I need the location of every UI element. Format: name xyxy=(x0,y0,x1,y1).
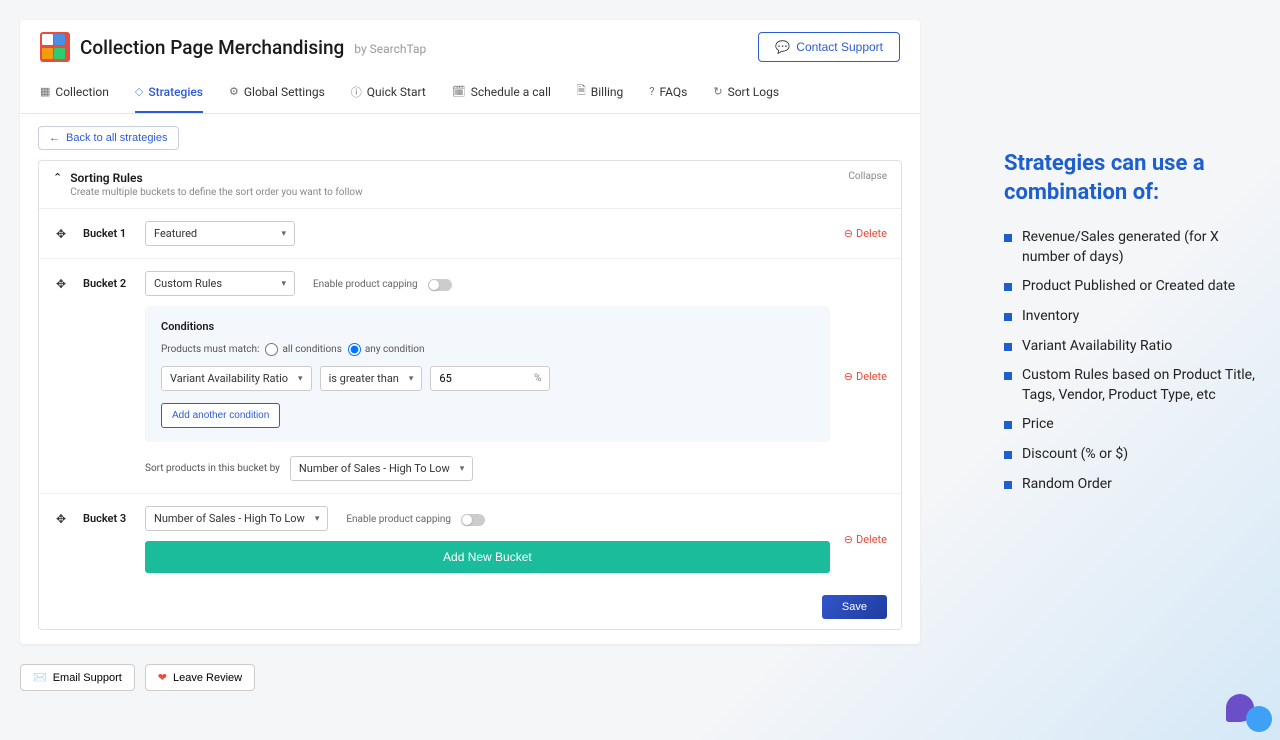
list-item: Variant Availability Ratio xyxy=(1004,332,1264,362)
list-item: Price xyxy=(1004,410,1264,440)
back-label: Back to all strategies xyxy=(66,132,168,144)
leave-review-button[interactable]: ❤Leave Review xyxy=(145,664,255,691)
decorative-blob xyxy=(1224,692,1272,732)
mail-icon: ✉️ xyxy=(33,671,47,684)
tab-faqs[interactable]: ?FAQs xyxy=(649,70,687,113)
app-title: Collection Page Merchandising xyxy=(80,36,344,59)
chevron-down-icon xyxy=(315,514,320,524)
conditions-title: Conditions xyxy=(161,320,814,333)
email-support-button[interactable]: ✉️Email Support xyxy=(20,664,135,691)
minus-circle-icon: ⊖ xyxy=(844,227,853,240)
list-item: Revenue/Sales generated (for X number of… xyxy=(1004,223,1264,272)
tab-collection[interactable]: ▦Collection xyxy=(40,70,109,113)
strategies-icon: ◇ xyxy=(135,85,143,98)
billing-icon: 🗎 xyxy=(577,82,586,101)
bucket-name: Bucket 3 xyxy=(83,512,131,573)
chevron-down-icon xyxy=(281,279,286,289)
chevron-down-icon xyxy=(281,229,286,239)
bucket-name: Bucket 2 xyxy=(83,277,131,481)
tab-billing[interactable]: 🗎Billing xyxy=(577,70,623,113)
sort-by-row: Sort products in this bucket by Number o… xyxy=(145,456,830,481)
side-list: Revenue/Sales generated (for X number of… xyxy=(1004,223,1264,499)
chevron-down-icon xyxy=(298,374,303,384)
drag-handle-icon[interactable]: ✥ xyxy=(53,227,69,246)
chevron-down-icon[interactable]: ⌃ xyxy=(53,171,62,184)
add-condition-button[interactable]: Add another condition xyxy=(161,403,280,428)
help-icon: ? xyxy=(649,85,654,98)
collapse-link[interactable]: Collapse xyxy=(848,171,887,182)
sort-by-label: Sort products in this bucket by xyxy=(145,463,280,474)
sort-by-select[interactable]: Number of Sales - High To Low xyxy=(290,456,473,481)
bucket-row: ✥ Bucket 3 Number of Sales - High To Low… xyxy=(39,494,901,585)
tab-schedule-call[interactable]: 🗓Schedule a call xyxy=(452,70,551,113)
drag-handle-icon[interactable]: ✥ xyxy=(53,512,69,573)
list-item: Product Published or Created date xyxy=(1004,272,1264,302)
chevron-down-icon xyxy=(409,374,414,384)
bucket-row: ✥ Bucket 1 Featured ⊖Delete xyxy=(39,209,901,259)
tab-sort-logs[interactable]: ↻Sort Logs xyxy=(713,70,779,113)
condition-operator-select[interactable]: is greater than xyxy=(320,366,423,391)
condition-field-select[interactable]: Variant Availability Ratio xyxy=(161,366,312,391)
side-title: Strategies can use a combination of: xyxy=(1004,150,1264,207)
bucket-type-select[interactable]: Number of Sales - High To Low xyxy=(145,506,328,531)
chat-icon: 💬 xyxy=(775,40,790,54)
sorting-rules-panel: ⌃ Sorting Rules Create multiple buckets … xyxy=(38,160,902,630)
percent-icon: % xyxy=(534,373,541,384)
bucket-row: ✥ Bucket 2 Custom Rules Enable product c… xyxy=(39,259,901,494)
back-to-strategies-button[interactable]: ← Back to all strategies xyxy=(38,126,179,150)
panel-title: Sorting Rules xyxy=(70,171,362,185)
radio-any-condition[interactable]: any condition xyxy=(348,343,425,356)
drag-handle-icon[interactable]: ✥ xyxy=(53,277,69,481)
list-item: Discount (% or $) xyxy=(1004,440,1264,470)
condition-row: Variant Availability Ratio is greater th… xyxy=(161,366,814,391)
capping-toggle[interactable] xyxy=(428,279,452,291)
condition-value-input[interactable]: 65% xyxy=(430,366,550,391)
panel-header: ⌃ Sorting Rules Create multiple buckets … xyxy=(39,161,901,209)
minus-circle-icon: ⊖ xyxy=(844,370,853,383)
add-bucket-button[interactable]: Add New Bucket xyxy=(145,541,830,573)
info-icon: ⓘ xyxy=(351,84,362,100)
list-item: Inventory xyxy=(1004,302,1264,332)
contact-support-button[interactable]: 💬 Contact Support xyxy=(758,32,900,62)
by-label: by SearchTap xyxy=(354,42,426,56)
nav-tabs: ▦Collection ◇Strategies ⚙Global Settings… xyxy=(20,70,920,114)
tab-strategies[interactable]: ◇Strategies xyxy=(135,70,203,113)
app-shell: Collection Page Merchandising by SearchT… xyxy=(20,20,920,644)
capping-toggle[interactable] xyxy=(461,514,485,526)
app-header: Collection Page Merchandising by SearchT… xyxy=(20,20,920,70)
delete-bucket-button[interactable]: ⊖Delete xyxy=(844,370,887,383)
list-item: Random Order xyxy=(1004,470,1264,500)
bucket-type-select[interactable]: Custom Rules xyxy=(145,271,295,296)
capping-label: Enable product capping xyxy=(313,279,418,290)
refresh-icon: ↻ xyxy=(713,85,722,98)
radio-all-conditions[interactable]: all conditions xyxy=(265,343,341,356)
capping-label: Enable product capping xyxy=(346,514,451,525)
arrow-left-icon: ← xyxy=(49,132,60,144)
content-area: ← Back to all strategies ⌃ Sorting Rules… xyxy=(20,114,920,644)
heart-icon: ❤ xyxy=(158,671,167,684)
delete-bucket-button[interactable]: ⊖Delete xyxy=(844,533,887,546)
bucket-type-select[interactable]: Featured xyxy=(145,221,295,246)
calendar-icon: 🗓 xyxy=(452,85,466,98)
footer-buttons: ✉️Email Support ❤Leave Review xyxy=(0,664,940,705)
chevron-down-icon xyxy=(460,464,465,474)
save-button[interactable]: Save xyxy=(822,595,887,619)
minus-circle-icon: ⊖ xyxy=(844,533,853,546)
save-row: Save xyxy=(39,585,901,629)
contact-support-label: Contact Support xyxy=(796,40,883,54)
delete-bucket-button[interactable]: ⊖Delete xyxy=(844,227,887,240)
bucket-name: Bucket 1 xyxy=(83,227,131,246)
tab-quick-start[interactable]: ⓘQuick Start xyxy=(351,70,426,113)
settings-icon: ⚙ xyxy=(229,85,239,98)
app-logo xyxy=(40,32,70,62)
match-row: Products must match: all conditions any … xyxy=(161,343,814,356)
conditions-box: Conditions Products must match: all cond… xyxy=(145,306,830,442)
panel-subtitle: Create multiple buckets to define the so… xyxy=(70,187,362,198)
side-info-panel: Strategies can use a combination of: Rev… xyxy=(1004,150,1264,499)
tab-global-settings[interactable]: ⚙Global Settings xyxy=(229,70,325,113)
list-item: Custom Rules based on Product Title, Tag… xyxy=(1004,361,1264,410)
collection-icon: ▦ xyxy=(40,85,50,98)
